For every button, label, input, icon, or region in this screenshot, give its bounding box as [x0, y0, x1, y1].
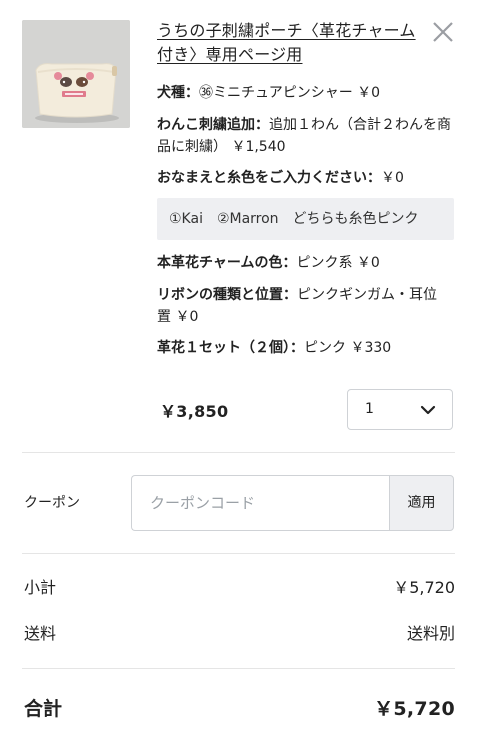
engraving-message: ①Kai ②Marron どちらも糸色ピンク [157, 198, 454, 240]
option-leather-flower: 革花１セット（２個）：ピンク ￥330 [157, 337, 457, 359]
option-value: ￥0 [381, 170, 404, 186]
divider [22, 452, 455, 453]
option-name-thread: おなまえと糸色をご入力ください：￥0 [157, 167, 457, 189]
option-label: 本革花チャームの色： [157, 255, 297, 271]
product-title-link[interactable]: うちの子刺繍ポーチ〈革花チャーム付き〉専用ページ用 [157, 19, 419, 67]
remove-item-button[interactable] [427, 16, 459, 48]
option-label: 革花１セット（２個）： [157, 340, 304, 356]
coupon-apply-button[interactable]: 適用 [389, 475, 454, 531]
coupon-code-input[interactable] [131, 475, 390, 531]
item-price: ￥3,850 [160, 402, 229, 421]
total-value: ￥5,720 [374, 698, 455, 720]
close-icon [433, 22, 453, 42]
option-value: ピンク ￥330 [304, 340, 392, 356]
option-label: リボンの種類と位置： [157, 287, 297, 303]
quantity-value: 1 [365, 401, 374, 417]
option-value: ㊱ミニチュアピンシャー ￥0 [199, 85, 381, 101]
quantity-select[interactable]: 1 [347, 389, 453, 430]
shipping-value: 送料別 [406, 624, 455, 643]
option-label: おなまえと糸色をご入力ください： [157, 170, 381, 186]
divider [22, 553, 455, 554]
total-label: 合計 [24, 698, 63, 720]
coupon-label: クーポン [24, 495, 80, 511]
shipping-label: 送料 [24, 624, 57, 643]
option-label: 犬種： [157, 85, 199, 101]
chevron-down-icon [420, 405, 436, 415]
option-charm-color: 本革花チャームの色：ピンク系 ￥0 [157, 252, 457, 274]
subtotal-value: ￥5,720 [393, 578, 455, 597]
option-embroidery: わんこ刺繍追加：追加１わん（合計２わんを商品に刺繍） ￥1,540 [157, 114, 457, 158]
option-ribbon: リボンの種類と位置：ピンクギンガム・耳位置 ￥0 [157, 284, 449, 328]
option-value: ピンク系 ￥0 [296, 255, 380, 271]
subtotal-label: 小計 [24, 578, 57, 597]
product-image[interactable] [22, 20, 130, 128]
option-label: わんこ刺繍追加： [157, 117, 269, 133]
divider [22, 668, 455, 669]
option-breed: 犬種：㊱ミニチュアピンシャー ￥0 [157, 82, 457, 104]
